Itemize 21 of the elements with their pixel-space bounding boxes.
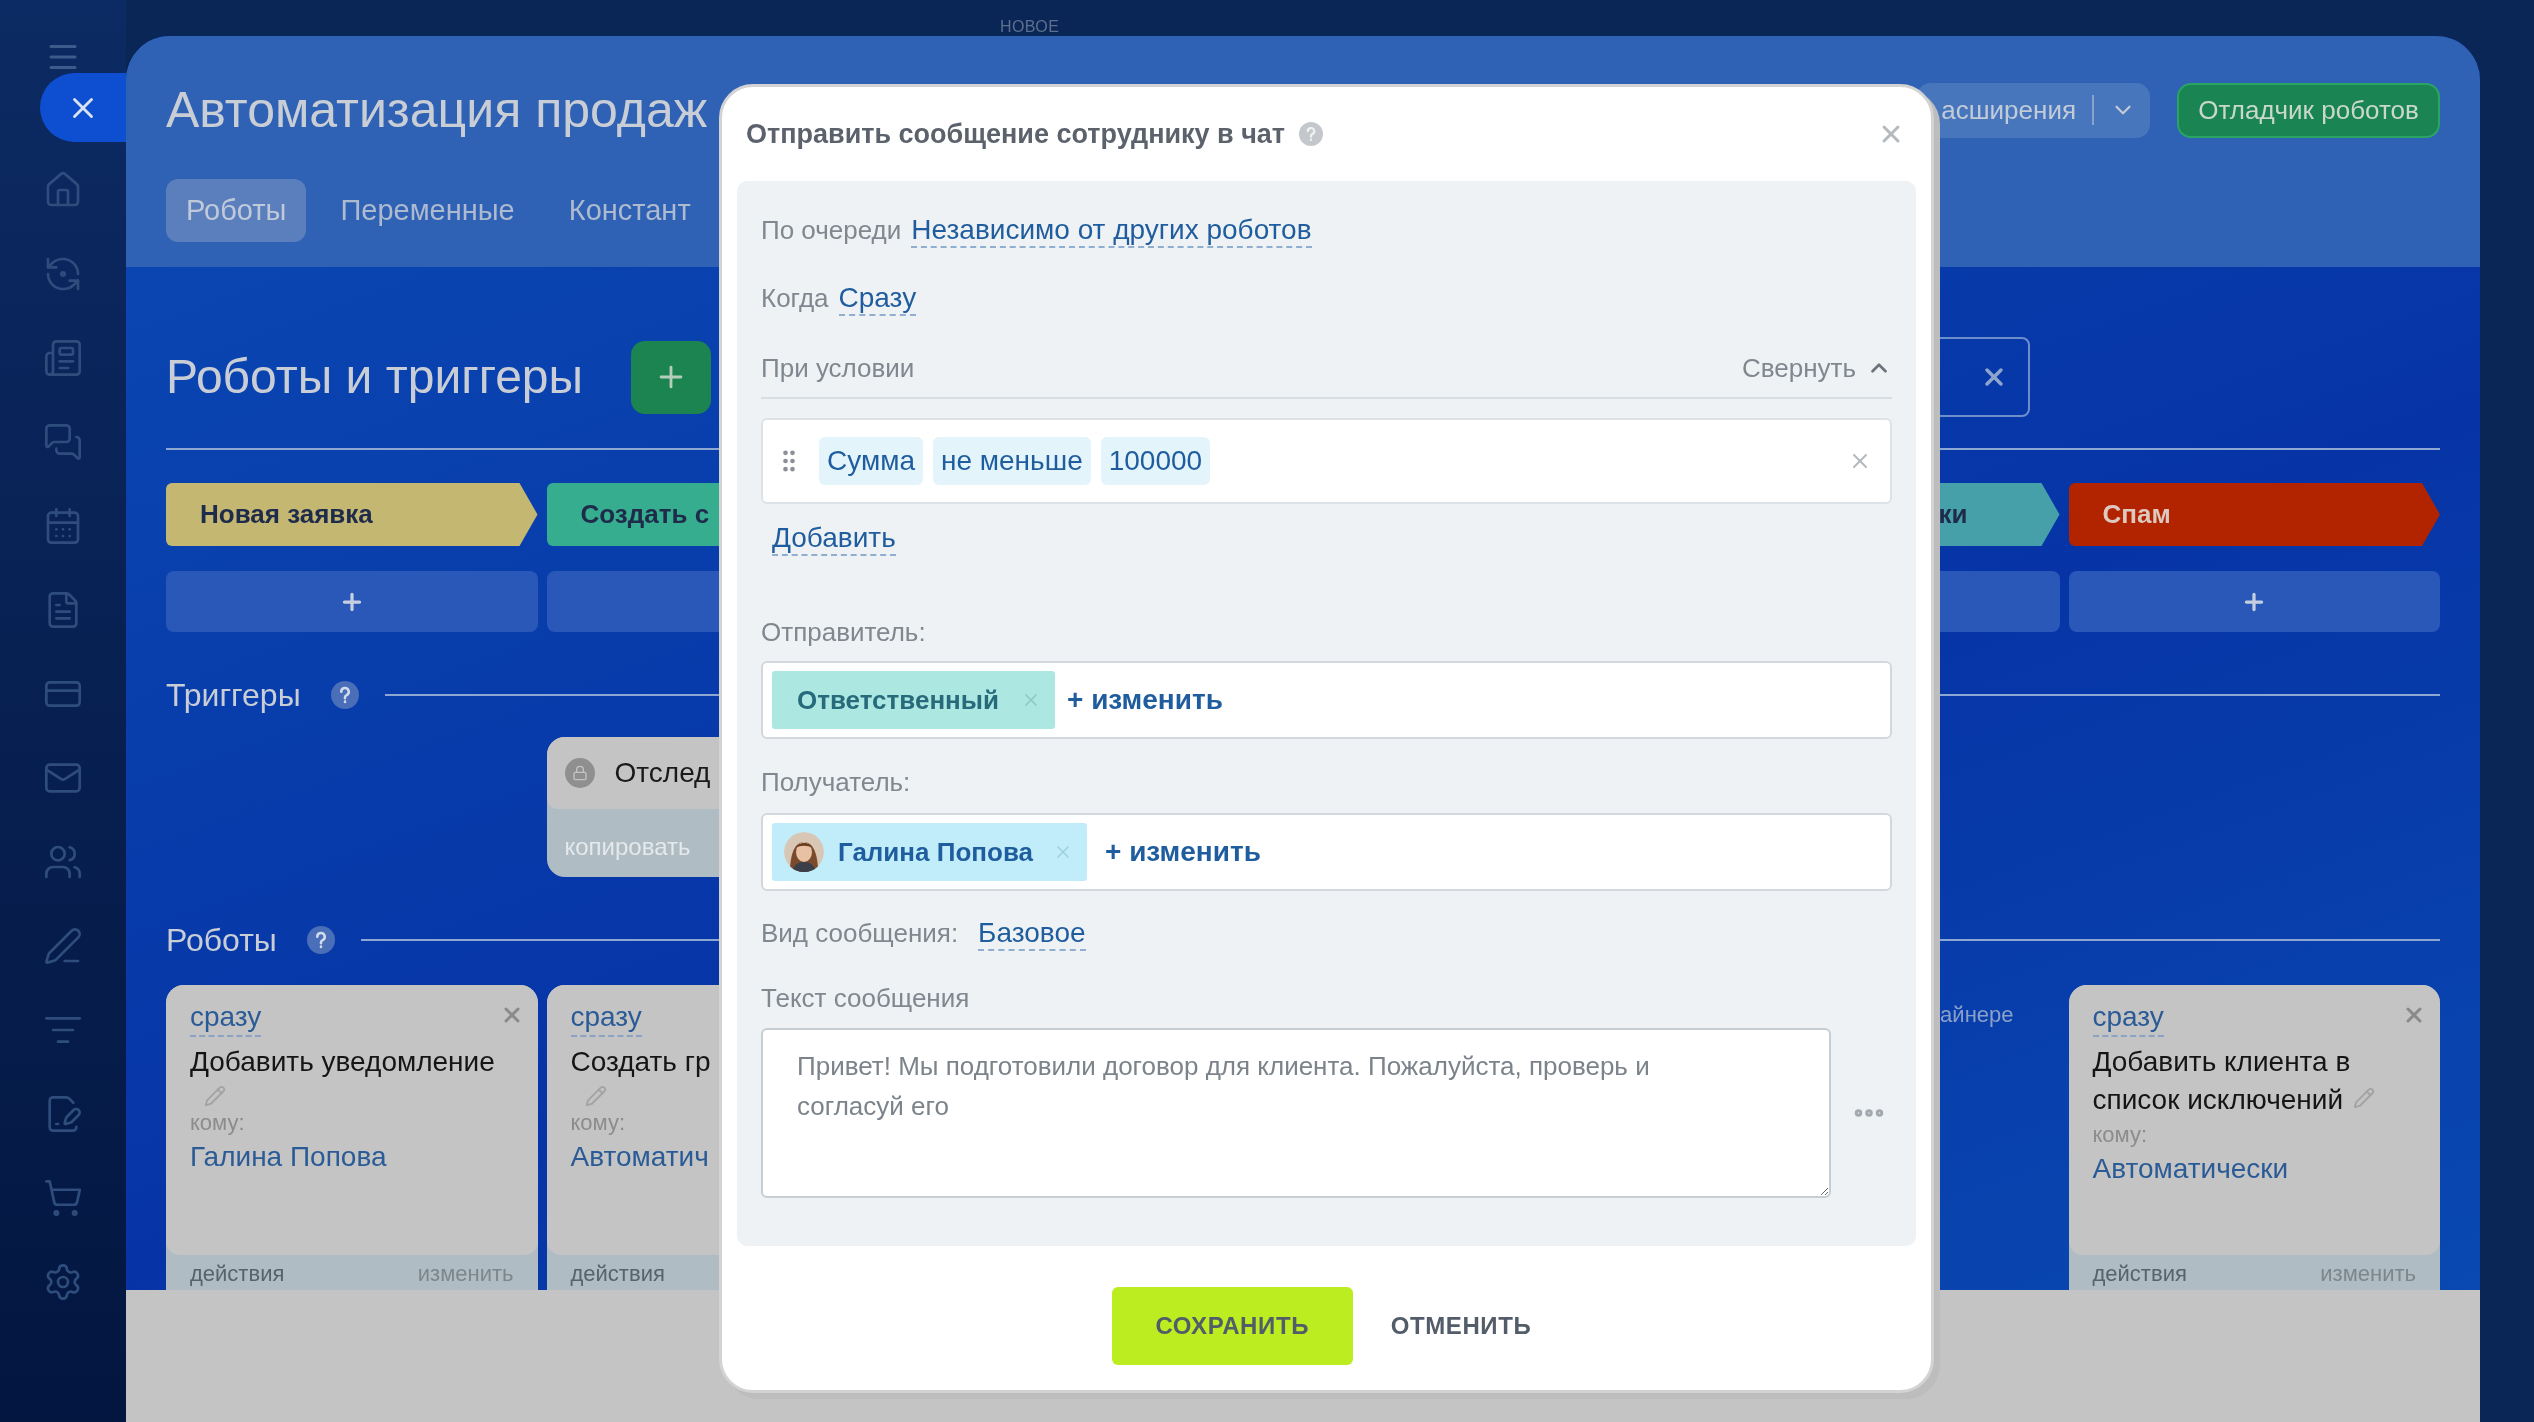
when-label: Когда	[761, 282, 829, 314]
new-label: НОВОЕ	[1000, 18, 1060, 36]
order-label: По очереди	[761, 214, 902, 246]
trigger-title: Отслед	[614, 756, 711, 790]
sender-label: Отправитель:	[761, 616, 927, 648]
robot-title: Добавить клиента в список исключений	[2092, 1046, 2351, 1115]
robot-title: Добавить уведомление	[190, 1045, 495, 1079]
recipient-label: кому:	[2092, 1121, 2149, 1149]
dialog-title: Отправить сообщение сотруднику в чат	[746, 117, 1286, 151]
page-title: Автоматизация продаж	[166, 81, 708, 139]
recipient-label: Получатель:	[761, 766, 912, 798]
robots-title: Роботы	[166, 921, 277, 959]
condition-label: При условии	[761, 352, 915, 384]
robot-title: Создать гр	[570, 1045, 711, 1079]
recipient-label: кому:	[190, 1109, 246, 1137]
triggers-title: Триггеры	[166, 676, 301, 714]
recipient-label: кому:	[570, 1109, 627, 1137]
section-title: Роботы и триггеры	[166, 349, 584, 405]
message-text-label: Текст сообщения	[761, 982, 971, 1014]
message-type-label: Вид сообщения:	[761, 917, 959, 949]
robot-note: айнере	[1940, 1001, 2014, 1029]
